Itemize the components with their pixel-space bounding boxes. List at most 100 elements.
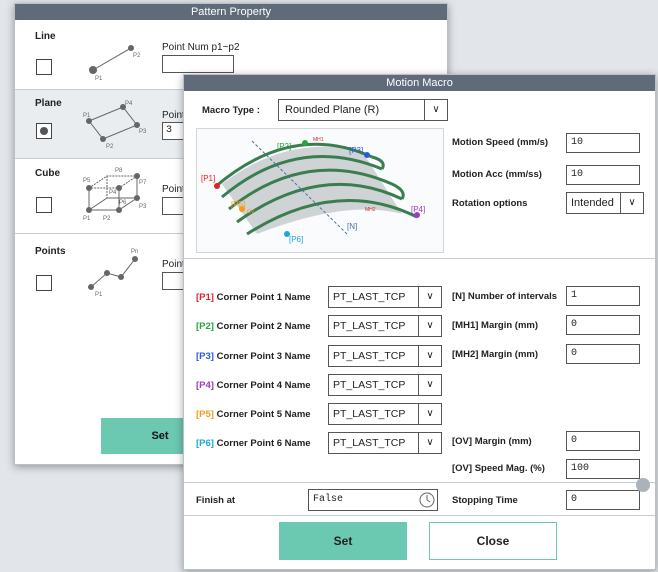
scroll-handle[interactable] [636, 478, 650, 492]
corner-point-4-label: [P4] Corner Point 4 Name [196, 380, 311, 391]
svg-text:P1: P1 [95, 292, 103, 297]
macro-type-select[interactable]: Rounded Plane (R) ∨ [278, 99, 448, 121]
chevron-down-icon: ∨ [418, 375, 441, 395]
line-point-input[interactable] [162, 55, 234, 73]
diagram-mh2-label: MH2 [365, 207, 376, 213]
rounded-plane-diagram: [P1] [P2] [P3] [P4] [P5] [P6] [N] MH1 MH… [196, 128, 444, 253]
corner-point-4-select[interactable]: PT_LAST_TCP ∨ [328, 374, 442, 396]
corner-point-6-label: [P6] Corner Point 6 Name [196, 438, 311, 449]
mh1-margin-label: [MH1] Margin (mm) [452, 320, 539, 331]
ov-margin-input[interactable]: 0 [566, 431, 640, 451]
cube-checkbox[interactable] [36, 197, 52, 213]
points-pattern-icon: P1 Pn [88, 249, 138, 297]
corner-point-1-select[interactable]: PT_LAST_TCP ∨ [328, 286, 442, 308]
mh1-margin-input[interactable]: 0 [566, 315, 640, 335]
mh2-margin-label: [MH2] Margin (mm) [452, 349, 539, 360]
line-checkbox[interactable] [36, 59, 52, 75]
svg-text:P3: P3 [139, 129, 147, 135]
rotation-options-select[interactable]: Intended ∨ [566, 192, 644, 214]
corner-point-1-label: [P1] Corner Point 1 Name [196, 292, 311, 303]
diagram-n-label: [N] [347, 222, 357, 231]
divider [15, 158, 185, 159]
motion-macro-title: Motion Macro [184, 75, 655, 91]
svg-text:P6: P6 [119, 200, 127, 206]
rotation-options-label: Rotation options [452, 198, 528, 209]
line-pattern-icon: P1 P2 [89, 45, 141, 82]
corner-point-2-select[interactable]: PT_LAST_TCP ∨ [328, 315, 442, 337]
cube-pattern-icon: P5 P8 P7 P4 P1 P2 P3 P6 [83, 168, 147, 222]
svg-text:P4: P4 [109, 190, 117, 196]
svg-text:P2: P2 [106, 144, 114, 149]
chevron-down-icon: ∨ [418, 346, 441, 366]
chevron-down-icon: ∨ [418, 433, 441, 453]
points-label: Points [35, 246, 66, 257]
points-checkbox[interactable] [36, 275, 52, 291]
chevron-down-icon: ∨ [620, 193, 643, 213]
finish-at-label: Finish at [196, 495, 236, 506]
mh2-margin-input[interactable]: 0 [566, 344, 640, 364]
macro-type-value: Rounded Plane (R) [285, 104, 380, 116]
corner-point-3-select[interactable]: PT_LAST_TCP ∨ [328, 345, 442, 367]
corner-point-5-label: [P5] Corner Point 5 Name [196, 409, 311, 420]
plane-point-label: Point [162, 110, 185, 121]
cube-label: Cube [35, 168, 60, 179]
plane-pattern-icon: P1 P4 P3 P2 [83, 101, 147, 149]
divider [184, 258, 655, 259]
points-point-label: Point [162, 259, 185, 270]
line-point-label: Point Num p1~p2 [162, 42, 240, 53]
ov-speed-label: [OV] Speed Mag. (%) [452, 463, 545, 474]
diagram-p2-label: [P2] [277, 142, 291, 151]
finish-at-input[interactable]: False [308, 489, 438, 511]
diagram-p5-label: [P5] [231, 200, 245, 209]
svg-text:P7: P7 [139, 180, 147, 186]
motion-speed-input[interactable]: 10 [566, 133, 640, 153]
svg-text:P1: P1 [83, 113, 91, 119]
corner-point-5-select[interactable]: PT_LAST_TCP ∨ [328, 403, 442, 425]
svg-text:P3: P3 [139, 204, 147, 210]
divider [15, 233, 185, 234]
close-button[interactable]: Close [429, 522, 557, 560]
chevron-down-icon: ∨ [418, 404, 441, 424]
set-button[interactable]: Set [279, 522, 407, 560]
chevron-down-icon: ∨ [418, 316, 441, 336]
finish-at-value: False [313, 494, 344, 505]
pattern-property-title: Pattern Property [15, 4, 447, 20]
corner-point-3-label: [P3] Corner Point 3 Name [196, 351, 311, 362]
stopping-time-input[interactable]: 0 [566, 490, 640, 510]
divider [184, 482, 655, 483]
chevron-down-icon: ∨ [424, 100, 447, 120]
svg-text:P5: P5 [83, 178, 91, 184]
rounded-plane-diagram-svg: [P1] [P2] [P3] [P4] [P5] [P6] [N] MH1 MH… [201, 137, 425, 244]
ov-margin-label: [OV] Margin (mm) [452, 436, 532, 447]
rotation-options-value: Intended [571, 197, 614, 209]
ov-speed-input[interactable]: 100 [566, 459, 640, 479]
intervals-label: [N] Number of intervals [452, 291, 558, 302]
corner-point-6-select[interactable]: PT_LAST_TCP ∨ [328, 432, 442, 454]
chevron-down-icon: ∨ [418, 287, 441, 307]
diagram-p4-label: [P4] [411, 205, 425, 214]
clock-icon[interactable] [419, 492, 435, 508]
svg-text:P4: P4 [125, 101, 133, 107]
intervals-input[interactable]: 1 [566, 286, 640, 306]
cube-point-label: Point [162, 184, 185, 195]
motion-acc-label: Motion Acc (mm/ss) [452, 169, 542, 180]
diagram-ov-label: OV [247, 209, 255, 215]
plane-label: Plane [35, 98, 62, 109]
svg-text:P1: P1 [83, 216, 91, 222]
motion-acc-input[interactable]: 10 [566, 165, 640, 185]
diagram-p6-label: [P6] [289, 235, 303, 244]
svg-text:P2: P2 [103, 216, 111, 222]
motion-macro-dialog: Motion Macro Macro Type : Rounded Plane … [183, 74, 656, 570]
line-label: Line [35, 31, 56, 42]
corner-point-2-label: [P2] Corner Point 2 Name [196, 321, 311, 332]
diagram-mh1-label: MH1 [313, 137, 324, 143]
stopping-time-label: Stopping Time [452, 495, 518, 506]
svg-text:P2: P2 [133, 53, 141, 59]
diagram-p3-label: [P3] [349, 146, 363, 155]
plane-checkbox[interactable] [36, 123, 52, 139]
diagram-p1-label: [P1] [201, 174, 215, 183]
svg-text:P8: P8 [115, 168, 123, 174]
svg-text:Pn: Pn [131, 249, 138, 255]
macro-type-label: Macro Type : [202, 105, 260, 116]
svg-text:P1: P1 [95, 76, 103, 82]
